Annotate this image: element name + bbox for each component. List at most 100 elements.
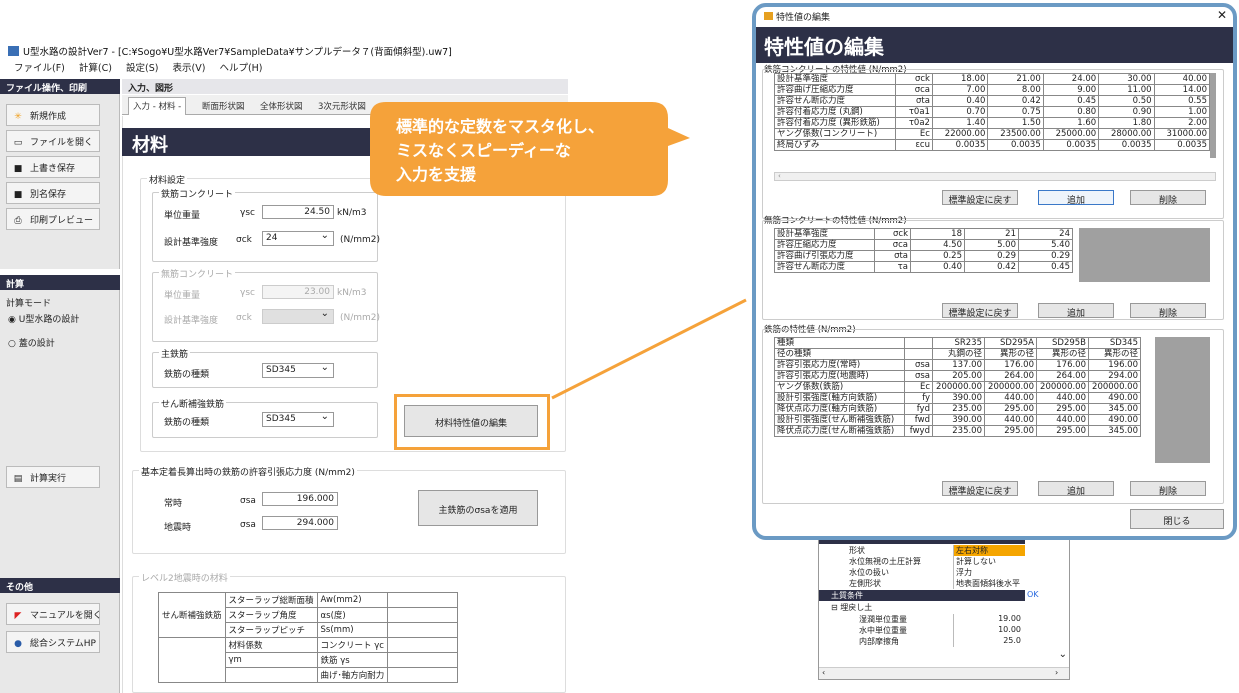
rc-value-cell[interactable]: 11.00	[1098, 84, 1155, 96]
rc-value-cell[interactable]: 28000.00	[1098, 128, 1155, 140]
rebar-value-cell[interactable]: 294.00	[1088, 370, 1141, 382]
rc-add-button[interactable]: 追加	[1038, 190, 1114, 206]
rebar-value-cell[interactable]: 異形の径	[1088, 348, 1141, 360]
level2-row2-value[interactable]	[387, 607, 459, 623]
anchor-quake-input[interactable]: 294.000	[262, 516, 338, 530]
rebar-value-cell[interactable]: 200000.00	[984, 381, 1037, 393]
prop-row-backfill[interactable]: ⊟ 埋戻し土	[819, 602, 1069, 613]
shear-rebar-select[interactable]: SD345	[262, 411, 334, 427]
prop-hscrollbar[interactable]: ‹ ›	[819, 667, 1069, 679]
prop-row-sub-weight[interactable]: 水中単位重量 10.00	[819, 625, 1069, 636]
rc-strength-select[interactable]: 24	[262, 230, 334, 246]
plain-value-cell[interactable]: 24	[1018, 228, 1073, 240]
rebar-value-cell[interactable]: 205.00	[932, 370, 985, 382]
rebar-add-button[interactable]: 追加	[1038, 481, 1114, 497]
rc-value-cell[interactable]: 0.75	[987, 106, 1044, 118]
tab-overall[interactable]: 全体形状図	[256, 98, 307, 114]
plain-value-cell[interactable]: 0.29	[964, 250, 1019, 262]
new-file-button[interactable]: ✳ 新規作成	[6, 104, 100, 126]
menu-calc[interactable]: 計算(C)	[79, 63, 112, 74]
prop-row-earth-pressure[interactable]: 水位無視の土圧計算 計算しない	[819, 556, 1069, 567]
rc-value-cell[interactable]: 0.70	[931, 106, 989, 118]
plain-value-cell[interactable]: 0.29	[1018, 250, 1073, 262]
plain-delete-button[interactable]: 削除	[1130, 303, 1206, 319]
plain-value-cell[interactable]: 21	[964, 228, 1019, 240]
rebar-value-cell[interactable]: 264.00	[1036, 370, 1089, 382]
rebar-value-cell[interactable]: 440.00	[1036, 414, 1089, 426]
rebar-value-cell[interactable]: 390.00	[932, 392, 985, 404]
edit-material-button[interactable]: 材料特性値の編集	[404, 405, 538, 437]
prop-row-shape[interactable]: 形状 左右対称	[819, 545, 1069, 556]
rebar-delete-button[interactable]: 削除	[1130, 481, 1206, 497]
rebar-value-cell[interactable]: 295.00	[984, 403, 1037, 415]
rc-value-cell[interactable]: 0.45	[1042, 95, 1100, 107]
rc-value-cell[interactable]: 2.00	[1153, 117, 1211, 129]
rebar-value-cell[interactable]: 137.00	[932, 359, 985, 371]
run-calc-button[interactable]: ▤ 計算実行	[6, 466, 100, 488]
rc-unit-weight-input[interactable]: 24.50	[262, 205, 334, 219]
rc-value-cell[interactable]: 30.00	[1098, 73, 1155, 85]
rebar-value-cell[interactable]: SR235	[932, 337, 985, 349]
plain-value-cell[interactable]: 0.25	[910, 250, 965, 262]
plain-reset-button[interactable]: 標準設定に戻す	[942, 303, 1018, 319]
system-hp-button[interactable]: ● 総合システムHP	[6, 631, 100, 653]
rebar-value-cell[interactable]: 264.00	[984, 370, 1037, 382]
rebar-value-cell[interactable]: 176.00	[1036, 359, 1089, 371]
rc-value-cell[interactable]: 1.40	[931, 117, 989, 129]
mode-lid-radio[interactable]: ○ 蓋の設計	[8, 336, 55, 349]
rc-value-cell[interactable]: 0.50	[1098, 95, 1155, 107]
rebar-value-cell[interactable]: 345.00	[1088, 403, 1141, 415]
rc-value-cell[interactable]: 14.00	[1153, 84, 1211, 96]
rebar-reset-button[interactable]: 標準設定に戻す	[942, 481, 1018, 497]
rebar-value-cell[interactable]: 235.00	[932, 403, 985, 415]
rc-value-cell[interactable]: 31000.00	[1153, 128, 1211, 140]
plain-value-cell[interactable]: 18	[910, 228, 965, 240]
rebar-value-cell[interactable]: 295.00	[1036, 425, 1089, 437]
scroll-left-icon[interactable]: ‹	[822, 668, 825, 677]
dialog-close-button[interactable]: 閉じる	[1130, 509, 1224, 529]
level2-row5-value[interactable]	[387, 652, 459, 668]
rc-value-cell[interactable]: 0.40	[931, 95, 989, 107]
prop-row-left-shape[interactable]: 左側形状 地表面傾斜後水平	[819, 578, 1069, 589]
scroll-down-icon[interactable]: ⌄	[1059, 649, 1067, 660]
plain-value-cell[interactable]: 5.00	[964, 239, 1019, 251]
tab-input-material[interactable]: 入力 - 材料 -	[128, 97, 187, 115]
dialog-close-icon[interactable]: ✕	[1217, 8, 1227, 22]
rc-value-cell[interactable]: 0.0035	[1098, 139, 1155, 151]
plain-value-cell[interactable]: 0.42	[964, 261, 1019, 273]
rc-value-cell[interactable]: 9.00	[1042, 84, 1100, 96]
rc-value-cell[interactable]: 0.0035	[987, 139, 1044, 151]
menu-help[interactable]: ヘルプ(H)	[219, 63, 262, 74]
rebar-value-cell[interactable]: 176.00	[984, 359, 1037, 371]
rc-hscrollbar[interactable]: ‹	[774, 172, 1216, 181]
mode-u-channel-radio[interactable]: ◉ U型水路の設計	[8, 312, 79, 325]
level2-row1-value[interactable]	[387, 592, 459, 608]
level2-row6-value[interactable]	[387, 667, 459, 683]
rc-value-cell[interactable]: 25000.00	[1042, 128, 1100, 140]
rebar-value-cell[interactable]: 490.00	[1088, 414, 1141, 426]
rebar-value-cell[interactable]: 200000.00	[932, 381, 985, 393]
rc-value-cell[interactable]: 24.00	[1042, 73, 1100, 85]
tab-section[interactable]: 断面形状図	[198, 98, 249, 114]
prop-row-friction[interactable]: 内部摩擦角 25.0	[819, 636, 1069, 647]
rc-reset-button[interactable]: 標準設定に戻す	[942, 190, 1018, 206]
open-file-button[interactable]: ▭ ファイルを開く	[6, 130, 100, 152]
anchor-normal-input[interactable]: 196.000	[262, 492, 338, 506]
rc-value-cell[interactable]: 18.00	[931, 73, 989, 85]
rc-delete-button[interactable]: 削除	[1130, 190, 1206, 206]
plain-value-cell[interactable]: 4.50	[910, 239, 965, 251]
save-button[interactable]: ■ 上書き保存	[6, 156, 100, 178]
rc-value-cell[interactable]: 22000.00	[931, 128, 989, 140]
save-as-button[interactable]: ■ 別名保存	[6, 182, 100, 204]
rc-value-cell[interactable]: 23500.00	[987, 128, 1044, 140]
menu-file[interactable]: ファイル(F)	[14, 63, 65, 74]
rc-value-cell[interactable]: 0.90	[1098, 106, 1155, 118]
rc-value-cell[interactable]: 0.55	[1153, 95, 1211, 107]
plain-add-button[interactable]: 追加	[1038, 303, 1114, 319]
rc-value-cell[interactable]: 8.00	[987, 84, 1044, 96]
rebar-value-cell[interactable]: 345.00	[1088, 425, 1141, 437]
tab-3d[interactable]: 3次元形状図	[314, 98, 370, 114]
rebar-value-cell[interactable]: 異形の径	[1036, 348, 1089, 360]
rc-value-cell[interactable]: 1.00	[1153, 106, 1211, 118]
rc-value-cell[interactable]: 0.80	[1042, 106, 1100, 118]
